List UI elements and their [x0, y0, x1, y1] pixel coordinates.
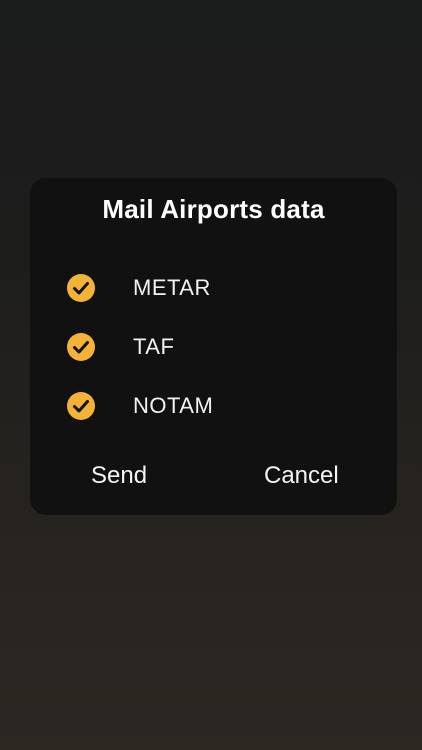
option-label: NOTAM — [133, 393, 214, 418]
check-circle-icon[interactable] — [66, 391, 96, 421]
mail-airports-dialog: Mail Airports data METAR TAF NOTAM Send … — [30, 178, 397, 515]
option-notam[interactable]: NOTAM — [30, 386, 397, 426]
option-label: METAR — [133, 275, 211, 300]
option-taf[interactable]: TAF — [30, 327, 397, 367]
option-metar[interactable]: METAR — [30, 268, 397, 308]
option-label: TAF — [133, 334, 175, 359]
send-button[interactable]: Send — [91, 462, 147, 490]
cancel-button[interactable]: Cancel — [264, 462, 339, 490]
check-circle-icon[interactable] — [66, 332, 96, 362]
dialog-title: Mail Airports data — [102, 194, 325, 224]
check-circle-icon[interactable] — [66, 273, 96, 303]
